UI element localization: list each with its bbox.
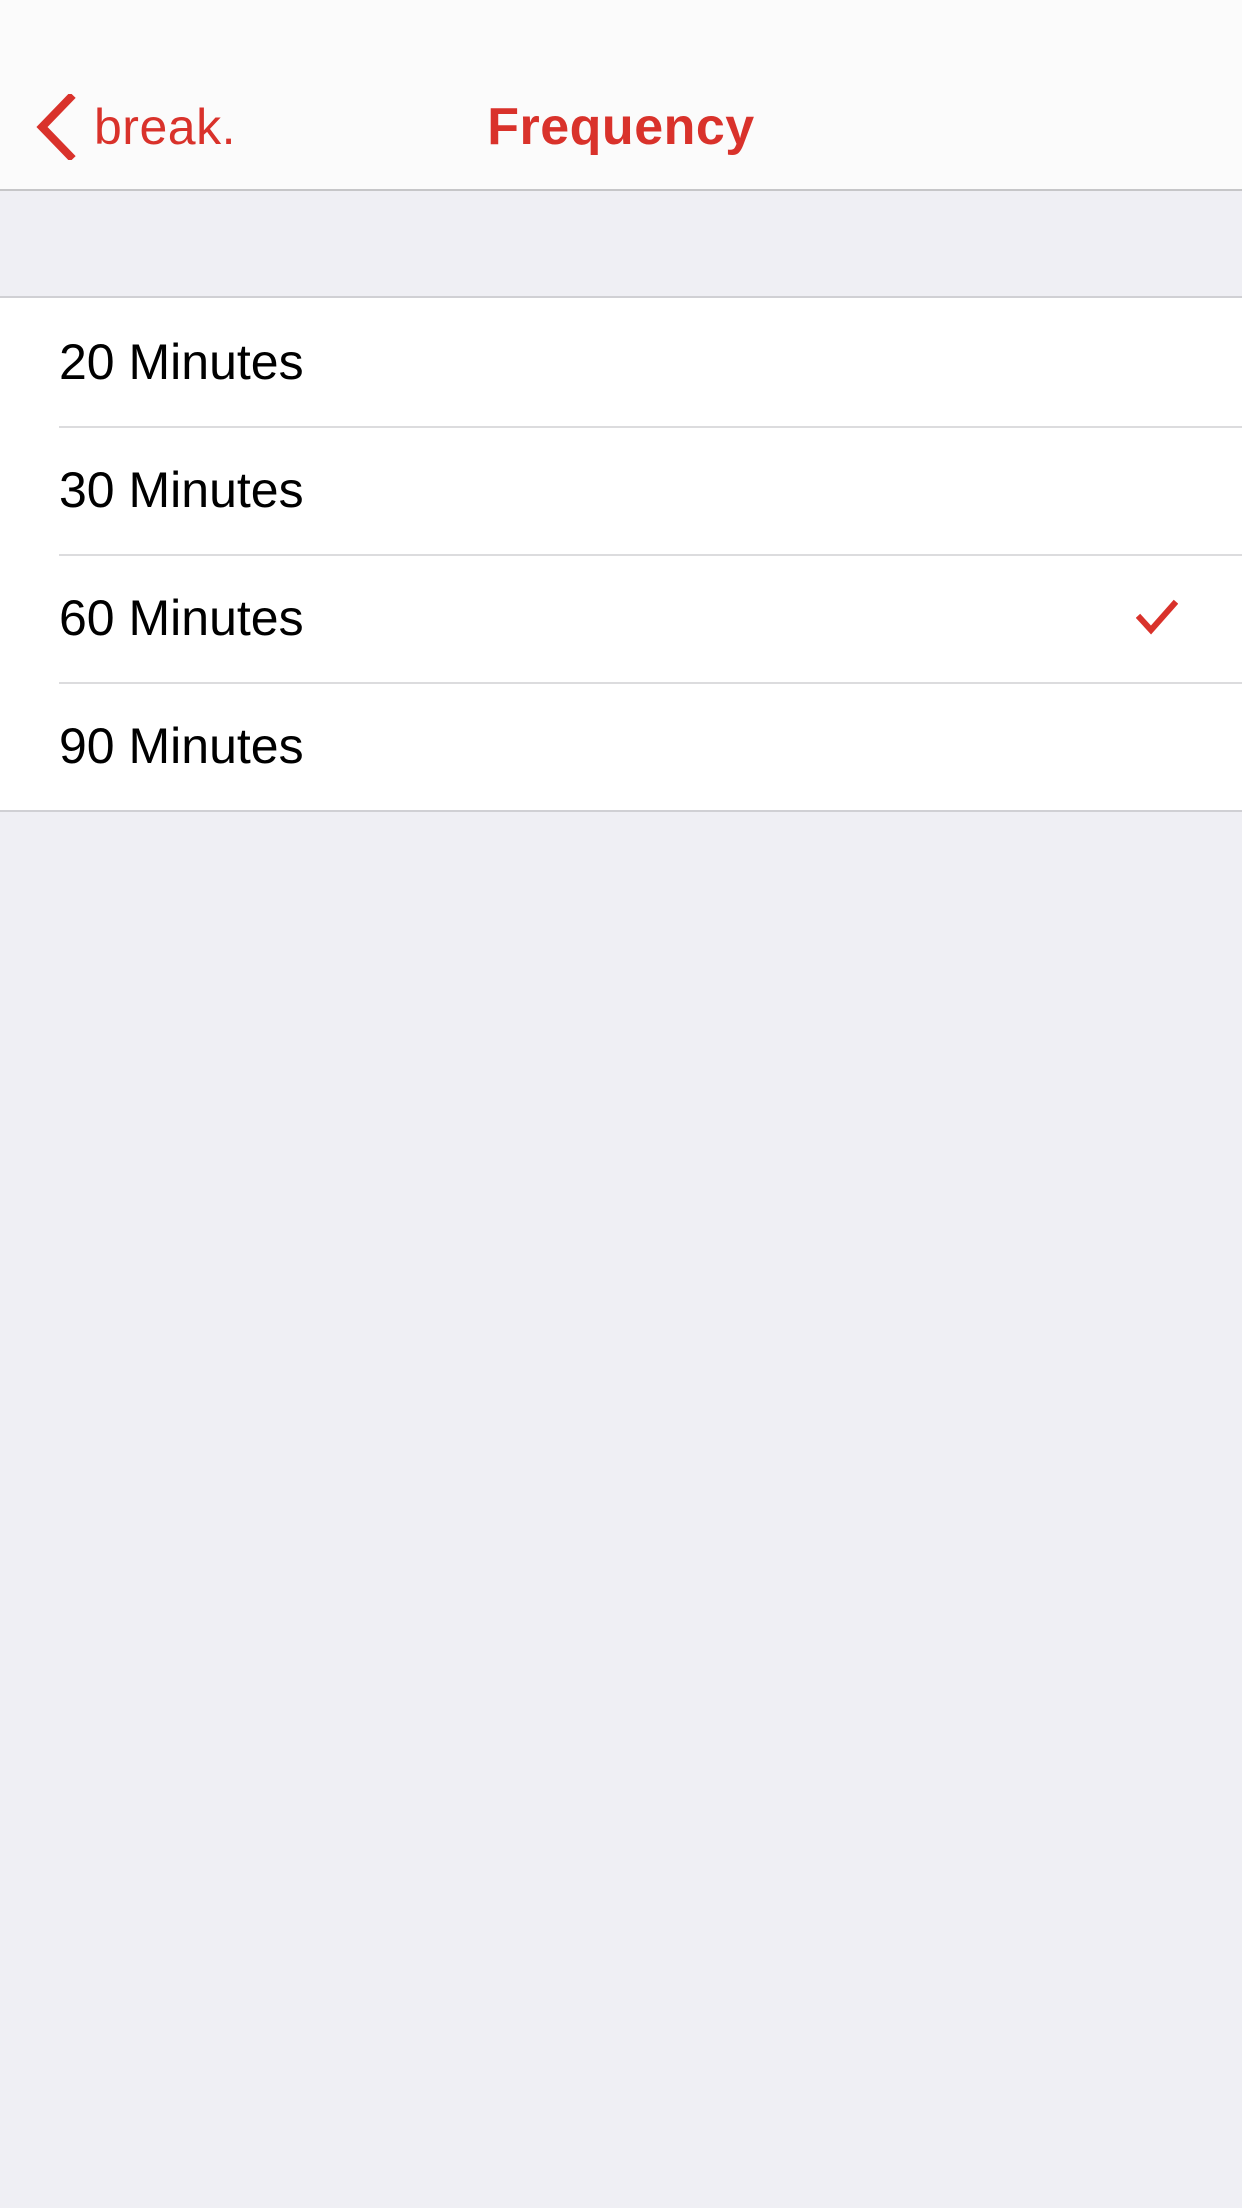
frequency-options-list: 20 Minutes 30 Minutes 60 Minutes 90 Minu… <box>0 296 1242 812</box>
option-90-minutes[interactable]: 90 Minutes <box>0 682 1242 810</box>
page-title: Frequency <box>487 98 755 156</box>
option-20-minutes[interactable]: 20 Minutes <box>0 298 1242 426</box>
option-label: 20 Minutes <box>59 334 304 390</box>
option-30-minutes[interactable]: 30 Minutes <box>0 426 1242 554</box>
checkmark-icon <box>1136 599 1178 635</box>
option-label: 30 Minutes <box>59 462 304 518</box>
option-label: 60 Minutes <box>59 590 304 646</box>
option-label: 90 Minutes <box>59 718 304 774</box>
option-60-minutes[interactable]: 60 Minutes <box>0 554 1242 682</box>
navigation-bar: break. Frequency <box>0 0 1242 191</box>
